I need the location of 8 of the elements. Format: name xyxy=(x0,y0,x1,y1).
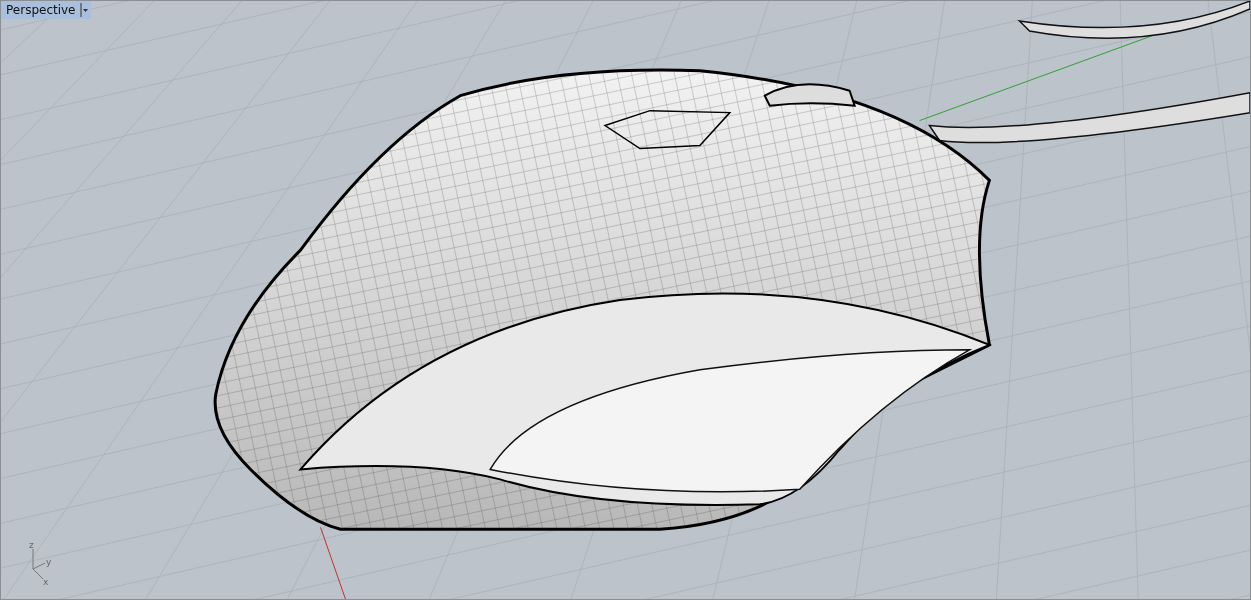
viewport-tab[interactable]: Perspective xyxy=(1,1,91,19)
axis-label: x xyxy=(43,577,49,587)
viewport[interactable]: Perspective z y x xyxy=(0,0,1251,600)
caret-icon xyxy=(79,3,88,17)
mouse-model-drawing[interactable] xyxy=(213,1,1250,531)
axis-label: z xyxy=(29,540,34,550)
axis-label: y xyxy=(46,557,52,567)
axis-icon xyxy=(32,548,46,580)
